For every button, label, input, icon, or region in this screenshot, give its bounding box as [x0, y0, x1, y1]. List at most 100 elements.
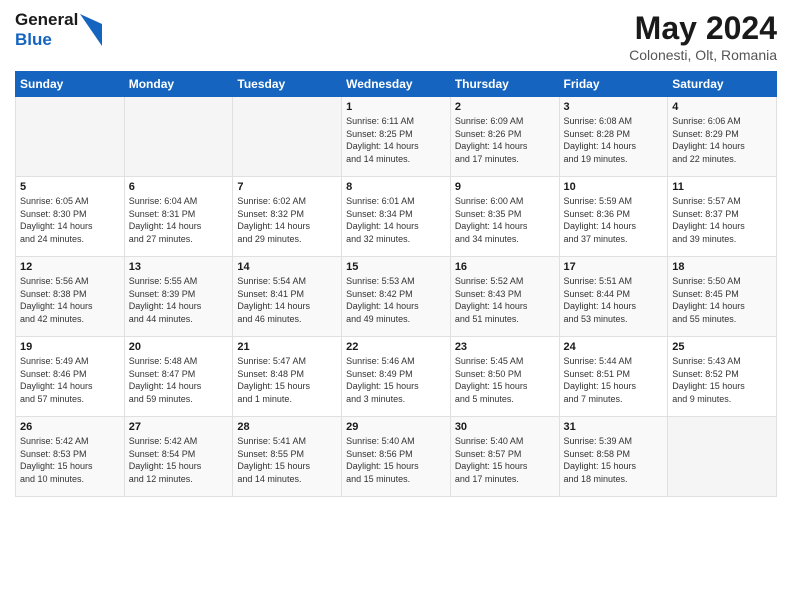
- calendar-cell: 6 Sunrise: 6:04 AM Sunset: 8:31 PM Daylig…: [124, 177, 233, 257]
- day-info: Sunrise: 5:56 AM Sunset: 8:38 PM Dayligh…: [20, 275, 120, 325]
- day-number: 23: [455, 341, 555, 353]
- calendar-cell: [668, 417, 777, 497]
- week-row-3: 12 Sunrise: 5:56 AM Sunset: 8:38 PM Dayli…: [16, 257, 777, 337]
- day-info: Sunrise: 5:43 AM Sunset: 8:52 PM Dayligh…: [672, 355, 772, 405]
- calendar-cell: 30Sunrise: 5:40 AM Sunset: 8:57 PM Dayli…: [450, 417, 559, 497]
- day-info: Sunrise: 5:52 AM Sunset: 8:43 PM Dayligh…: [455, 275, 555, 325]
- calendar-cell: 19 Sunrise: 5:49 AM Sunset: 8:46 PM Dayli…: [16, 337, 125, 417]
- calendar-cell: 31 Sunrise: 5:39 AM Sunset: 8:58 PM Dayli…: [559, 417, 668, 497]
- day-number: 8: [346, 181, 446, 193]
- day-info: Sunrise: 5:48 AM Sunset: 8:47 PM Dayligh…: [129, 355, 229, 405]
- day-number: 19: [20, 341, 120, 353]
- subtitle: Colonesti, Olt, Romania: [629, 47, 777, 63]
- calendar-cell: 2 Sunrise: 6:09 AM Sunset: 8:26 PM Daylig…: [450, 97, 559, 177]
- calendar-cell: 10 Sunrise: 5:59 AM Sunset: 8:36 PM Dayli…: [559, 177, 668, 257]
- day-header-monday: Monday: [124, 72, 233, 97]
- day-info: Sunrise: 6:02 AM Sunset: 8:32 PM Dayligh…: [237, 195, 337, 245]
- day-info: Sunrise: 6:04 AM Sunset: 8:31 PM Dayligh…: [129, 195, 229, 245]
- day-info: Sunrise: 5:50 AM Sunset: 8:45 PM Dayligh…: [672, 275, 772, 325]
- day-number: 2: [455, 101, 555, 113]
- day-header-tuesday: Tuesday: [233, 72, 342, 97]
- day-number: 29: [346, 421, 446, 433]
- day-info: Sunrise: 5:42 AM Sunset: 8:53 PM Dayligh…: [20, 435, 120, 485]
- day-info: Sunrise: 5:59 AM Sunset: 8:36 PM Dayligh…: [564, 195, 664, 245]
- logo: General Blue: [15, 10, 102, 49]
- day-number: 28: [237, 421, 337, 433]
- day-number: 10: [564, 181, 664, 193]
- header: General Blue May 2024 Colonesti, Olt, Ro…: [15, 10, 777, 63]
- day-info: Sunrise: 6:05 AM Sunset: 8:30 PM Dayligh…: [20, 195, 120, 245]
- week-row-5: 26 Sunrise: 5:42 AM Sunset: 8:53 PM Dayli…: [16, 417, 777, 497]
- day-header-friday: Friday: [559, 72, 668, 97]
- day-info: Sunrise: 6:09 AM Sunset: 8:26 PM Dayligh…: [455, 115, 555, 165]
- day-info: Sunrise: 5:46 AM Sunset: 8:49 PM Dayligh…: [346, 355, 446, 405]
- calendar-cell: [16, 97, 125, 177]
- calendar-cell: 29 Sunrise: 5:40 AM Sunset: 8:56 PM Dayli…: [342, 417, 451, 497]
- day-number: 20: [129, 341, 229, 353]
- day-number: 7: [237, 181, 337, 193]
- calendar-cell: 5Sunrise: 6:05 AM Sunset: 8:30 PM Daylig…: [16, 177, 125, 257]
- day-number: 4: [672, 101, 772, 113]
- calendar-cell: 22 Sunrise: 5:46 AM Sunset: 8:49 PM Dayli…: [342, 337, 451, 417]
- day-info: Sunrise: 6:00 AM Sunset: 8:35 PM Dayligh…: [455, 195, 555, 245]
- main-title: May 2024: [629, 10, 777, 47]
- day-number: 24: [564, 341, 664, 353]
- day-number: 15: [346, 261, 446, 273]
- calendar-cell: 11 Sunrise: 5:57 AM Sunset: 8:37 PM Dayli…: [668, 177, 777, 257]
- calendar-cell: 26 Sunrise: 5:42 AM Sunset: 8:53 PM Dayli…: [16, 417, 125, 497]
- calendar-cell: 14Sunrise: 5:54 AM Sunset: 8:41 PM Dayli…: [233, 257, 342, 337]
- logo-icon: [80, 14, 102, 46]
- calendar-cell: 7 Sunrise: 6:02 AM Sunset: 8:32 PM Daylig…: [233, 177, 342, 257]
- day-number: 18: [672, 261, 772, 273]
- logo-general: General: [15, 10, 78, 30]
- day-number: 13: [129, 261, 229, 273]
- calendar-cell: 27 Sunrise: 5:42 AM Sunset: 8:54 PM Dayli…: [124, 417, 233, 497]
- day-number: 11: [672, 181, 772, 193]
- calendar-cell: 23 Sunrise: 5:45 AM Sunset: 8:50 PM Dayli…: [450, 337, 559, 417]
- day-header-thursday: Thursday: [450, 72, 559, 97]
- week-row-1: 1 Sunrise: 6:11 AM Sunset: 8:25 PM Daylig…: [16, 97, 777, 177]
- day-info: Sunrise: 5:54 AM Sunset: 8:41 PM Dayligh…: [237, 275, 337, 325]
- calendar-cell: 8 Sunrise: 6:01 AM Sunset: 8:34 PM Daylig…: [342, 177, 451, 257]
- week-row-4: 19 Sunrise: 5:49 AM Sunset: 8:46 PM Dayli…: [16, 337, 777, 417]
- day-info: Sunrise: 5:55 AM Sunset: 8:39 PM Dayligh…: [129, 275, 229, 325]
- day-info: Sunrise: 5:39 AM Sunset: 8:58 PM Dayligh…: [564, 435, 664, 485]
- calendar-cell: 24 Sunrise: 5:44 AM Sunset: 8:51 PM Dayli…: [559, 337, 668, 417]
- day-number: 16: [455, 261, 555, 273]
- day-number: 6: [129, 181, 229, 193]
- day-info: Sunrise: 6:01 AM Sunset: 8:34 PM Dayligh…: [346, 195, 446, 245]
- day-info: Sunrise: 5:57 AM Sunset: 8:37 PM Dayligh…: [672, 195, 772, 245]
- page: General Blue May 2024 Colonesti, Olt, Ro…: [0, 0, 792, 612]
- day-number: 27: [129, 421, 229, 433]
- day-info: Sunrise: 6:06 AM Sunset: 8:29 PM Dayligh…: [672, 115, 772, 165]
- logo-blue: Blue: [15, 30, 78, 50]
- day-info: Sunrise: 5:51 AM Sunset: 8:44 PM Dayligh…: [564, 275, 664, 325]
- calendar-cell: 12 Sunrise: 5:56 AM Sunset: 8:38 PM Dayli…: [16, 257, 125, 337]
- day-number: 22: [346, 341, 446, 353]
- week-row-2: 5Sunrise: 6:05 AM Sunset: 8:30 PM Daylig…: [16, 177, 777, 257]
- calendar-cell: 1 Sunrise: 6:11 AM Sunset: 8:25 PM Daylig…: [342, 97, 451, 177]
- calendar-cell: 18 Sunrise: 5:50 AM Sunset: 8:45 PM Dayli…: [668, 257, 777, 337]
- day-info: Sunrise: 5:40 AM Sunset: 8:57 PM Dayligh…: [455, 435, 555, 485]
- day-info: Sunrise: 5:49 AM Sunset: 8:46 PM Dayligh…: [20, 355, 120, 405]
- day-number: 26: [20, 421, 120, 433]
- day-info: Sunrise: 6:08 AM Sunset: 8:28 PM Dayligh…: [564, 115, 664, 165]
- day-info: Sunrise: 5:40 AM Sunset: 8:56 PM Dayligh…: [346, 435, 446, 485]
- day-number: 31: [564, 421, 664, 433]
- day-info: Sunrise: 5:42 AM Sunset: 8:54 PM Dayligh…: [129, 435, 229, 485]
- day-number: 12: [20, 261, 120, 273]
- calendar-cell: 25 Sunrise: 5:43 AM Sunset: 8:52 PM Dayli…: [668, 337, 777, 417]
- calendar-cell: 21Sunrise: 5:47 AM Sunset: 8:48 PM Dayli…: [233, 337, 342, 417]
- day-header-saturday: Saturday: [668, 72, 777, 97]
- day-number: 21: [237, 341, 337, 353]
- day-info: Sunrise: 5:41 AM Sunset: 8:55 PM Dayligh…: [237, 435, 337, 485]
- day-info: Sunrise: 6:11 AM Sunset: 8:25 PM Dayligh…: [346, 115, 446, 165]
- calendar-cell: 3 Sunrise: 6:08 AM Sunset: 8:28 PM Daylig…: [559, 97, 668, 177]
- day-info: Sunrise: 5:44 AM Sunset: 8:51 PM Dayligh…: [564, 355, 664, 405]
- day-number: 25: [672, 341, 772, 353]
- calendar-cell: 4 Sunrise: 6:06 AM Sunset: 8:29 PM Daylig…: [668, 97, 777, 177]
- day-info: Sunrise: 5:45 AM Sunset: 8:50 PM Dayligh…: [455, 355, 555, 405]
- calendar-cell: 20 Sunrise: 5:48 AM Sunset: 8:47 PM Dayli…: [124, 337, 233, 417]
- day-number: 1: [346, 101, 446, 113]
- day-number: 3: [564, 101, 664, 113]
